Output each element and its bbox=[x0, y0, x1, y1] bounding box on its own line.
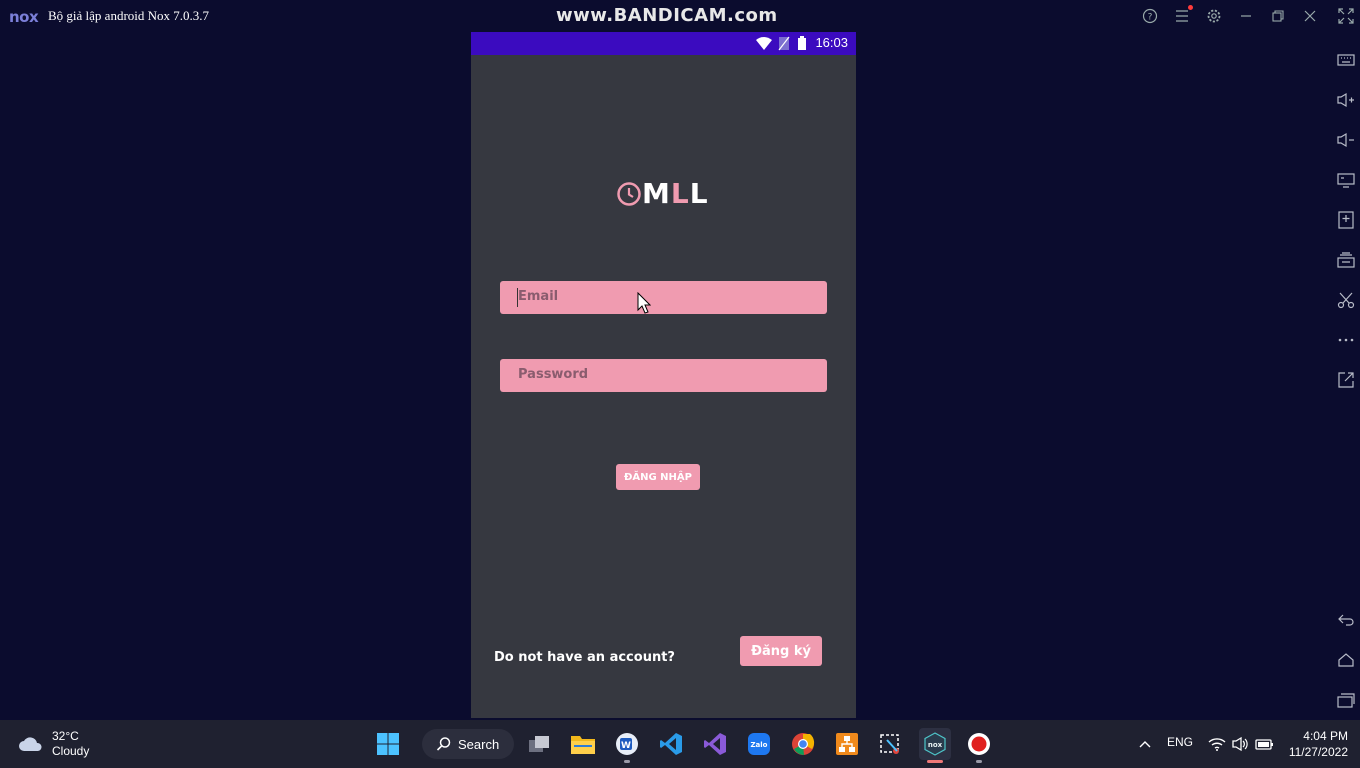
home-icon[interactable] bbox=[1334, 648, 1358, 672]
weather-condition: Cloudy bbox=[52, 744, 90, 758]
system-clock[interactable]: 4:04 PM 11/27/2022 bbox=[1286, 728, 1348, 760]
search-icon bbox=[436, 737, 451, 751]
scissors-icon[interactable] bbox=[1334, 288, 1358, 312]
notification-dot bbox=[1188, 5, 1193, 10]
active-app-indicator bbox=[927, 760, 943, 763]
logo-text: MLL bbox=[642, 177, 709, 210]
minimize-icon[interactable] bbox=[1236, 6, 1256, 26]
speaker-icon bbox=[1232, 736, 1248, 752]
email-placeholder: Email bbox=[518, 289, 559, 304]
clock-time: 4:04 PM bbox=[1303, 729, 1348, 743]
windows-icon bbox=[377, 733, 399, 755]
clock-icon bbox=[617, 181, 641, 206]
wifi-icon bbox=[756, 37, 772, 50]
emulator-sidebar bbox=[1332, 40, 1360, 720]
nox-app-icon: nox bbox=[924, 732, 946, 756]
nox-logo: nox bbox=[9, 8, 39, 26]
settings-icon[interactable] bbox=[1204, 6, 1224, 26]
email-field[interactable]: Email bbox=[500, 281, 827, 314]
vscode-icon bbox=[660, 733, 682, 755]
logo-letter-l-pink: L bbox=[670, 177, 690, 210]
help-icon[interactable]: ? bbox=[1140, 6, 1160, 26]
back-icon[interactable] bbox=[1334, 608, 1358, 632]
svg-text:?: ? bbox=[1148, 13, 1153, 23]
more-icon[interactable] bbox=[1334, 328, 1358, 352]
battery-icon bbox=[798, 36, 806, 50]
screen-icon[interactable] bbox=[1334, 168, 1358, 192]
snipping-tool-icon bbox=[880, 734, 899, 754]
chrome-icon bbox=[792, 733, 815, 756]
add-apk-icon[interactable] bbox=[1334, 208, 1358, 232]
start-button[interactable] bbox=[372, 728, 404, 760]
no-signal-icon bbox=[778, 36, 790, 51]
volume-down-icon[interactable] bbox=[1334, 128, 1358, 152]
language-indicator[interactable]: ENG bbox=[1167, 735, 1193, 749]
chevron-up-icon bbox=[1139, 741, 1151, 748]
close-icon[interactable] bbox=[1300, 6, 1320, 26]
multi-instance-icon[interactable] bbox=[1334, 248, 1358, 272]
zalo-button[interactable]: Zalo bbox=[743, 728, 775, 760]
vscode-button[interactable] bbox=[655, 728, 687, 760]
android-status-bar: 16:03 bbox=[471, 32, 856, 55]
svg-text:Zalo: Zalo bbox=[750, 741, 767, 749]
network-app-button[interactable] bbox=[831, 728, 863, 760]
logo-letter-m: M bbox=[642, 177, 671, 210]
folder-icon bbox=[571, 736, 595, 754]
login-button[interactable]: ĐĂNG NHẬP bbox=[616, 464, 700, 490]
windows-taskbar: 32°C Cloudy Search W Zalo nox ENG 4:04 P… bbox=[0, 720, 1360, 768]
recents-icon[interactable] bbox=[1334, 688, 1358, 712]
visual-studio-icon bbox=[704, 733, 726, 755]
logo-letter-l: L bbox=[689, 177, 709, 210]
keyboard-icon[interactable] bbox=[1334, 48, 1358, 72]
password-placeholder: Password bbox=[518, 367, 589, 382]
app-logo: MLL bbox=[616, 177, 709, 210]
svg-text:nox: nox bbox=[928, 741, 943, 749]
zalo-icon: Zalo bbox=[748, 733, 770, 755]
volume-up-icon[interactable] bbox=[1334, 88, 1358, 112]
file-explorer-button[interactable] bbox=[567, 728, 599, 760]
signup-prompt: Do not have an account? bbox=[494, 650, 675, 665]
external-link-icon[interactable] bbox=[1334, 368, 1358, 392]
restore-icon[interactable] bbox=[1268, 6, 1288, 26]
bandicam-watermark: www.BANDICAM.com bbox=[556, 5, 778, 26]
word-app-icon: W bbox=[616, 733, 638, 755]
weather-widget[interactable]: 32°C Cloudy bbox=[18, 729, 89, 759]
visual-studio-button[interactable] bbox=[699, 728, 731, 760]
running-indicator bbox=[976, 760, 982, 763]
taskbar-search[interactable]: Search bbox=[422, 729, 514, 759]
android-screen: 16:03 MLL Email Password ĐĂNG NHẬP Do no… bbox=[471, 32, 856, 718]
bandicam-button[interactable] bbox=[963, 728, 995, 760]
chrome-button[interactable] bbox=[787, 728, 819, 760]
android-clock: 16:03 bbox=[815, 35, 848, 50]
weather-temperature: 32°C bbox=[52, 729, 79, 743]
cloud-icon bbox=[19, 737, 42, 751]
search-label: Search bbox=[458, 736, 500, 752]
network-app-icon bbox=[836, 733, 858, 755]
word-app-button[interactable]: W bbox=[611, 728, 643, 760]
password-field[interactable]: Password bbox=[500, 359, 827, 392]
battery-charging-icon bbox=[1255, 739, 1273, 750]
clock-date: 11/27/2022 bbox=[1288, 745, 1348, 759]
signup-button[interactable]: Đăng ký bbox=[740, 636, 822, 666]
task-view-icon bbox=[529, 736, 549, 752]
record-icon bbox=[968, 733, 990, 755]
window-title: Bộ giả lập android Nox 7.0.3.7 bbox=[48, 8, 210, 23]
snipping-tool-button[interactable] bbox=[875, 728, 907, 760]
tray-overflow-button[interactable] bbox=[1129, 728, 1161, 760]
emulator-titlebar: nox Bộ giả lập android Nox 7.0.3.7 www.B… bbox=[0, 0, 1360, 32]
task-view-button[interactable] bbox=[523, 728, 555, 760]
mouse-cursor-icon bbox=[637, 292, 651, 314]
fullscreen-icon[interactable] bbox=[1336, 6, 1356, 26]
battery-status-button[interactable] bbox=[1249, 728, 1281, 760]
svg-text:W: W bbox=[621, 741, 631, 751]
running-indicator bbox=[624, 760, 630, 763]
nox-app-button[interactable]: nox bbox=[919, 728, 951, 760]
